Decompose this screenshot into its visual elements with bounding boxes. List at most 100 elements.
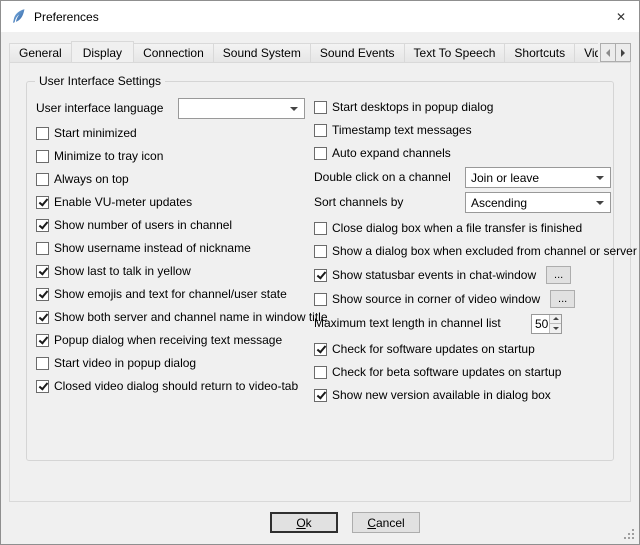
row: Check for software updates on startup bbox=[314, 338, 612, 361]
checkbox-label[interactable]: Minimize to tray icon bbox=[54, 150, 163, 163]
checkbox-update-check[interactable] bbox=[314, 343, 327, 356]
checkbox-vu-meter-updates[interactable] bbox=[36, 196, 49, 209]
checkbox-label[interactable]: Show statusbar events in chat-window bbox=[332, 269, 536, 282]
spin-down-icon bbox=[553, 327, 559, 330]
checkbox-label[interactable]: Timestamp text messages bbox=[332, 124, 472, 137]
checkbox-window-title-names[interactable] bbox=[36, 311, 49, 324]
checkbox-label[interactable]: Show number of users in channel bbox=[54, 219, 232, 232]
tab-sound-events[interactable]: Sound Events bbox=[310, 43, 405, 62]
checkbox-video-popup[interactable] bbox=[36, 357, 49, 370]
checkbox-label[interactable]: Check for software updates on startup bbox=[332, 343, 535, 356]
checkbox-desktops-popup[interactable] bbox=[314, 101, 327, 114]
tab-text-to-speech[interactable]: Text To Speech bbox=[404, 43, 506, 62]
checkbox-new-version-dialog[interactable] bbox=[314, 389, 327, 402]
checkbox-label[interactable]: Auto expand channels bbox=[332, 147, 451, 160]
checkbox-label[interactable]: Show username instead of nickname bbox=[54, 242, 251, 255]
arrow-left-icon bbox=[606, 49, 610, 57]
left-column: User interface language Start minimized … bbox=[36, 96, 312, 398]
tab-video[interactable]: Video bbox=[574, 43, 598, 62]
checkbox-beta-update-check[interactable] bbox=[314, 366, 327, 379]
resize-grip[interactable] bbox=[624, 529, 636, 541]
checkbox-statusbar-events[interactable] bbox=[314, 269, 327, 282]
row: Show emojis and text for channel/user st… bbox=[36, 283, 312, 306]
checkbox-show-user-count[interactable] bbox=[36, 219, 49, 232]
checkbox-timestamp-messages[interactable] bbox=[314, 124, 327, 137]
ok-button[interactable]: Ok bbox=[270, 512, 338, 533]
user-interface-settings-group: User Interface Settings User interface l… bbox=[26, 81, 614, 461]
row: Start minimized bbox=[36, 122, 312, 145]
sort-channels-select[interactable]: Ascending bbox=[465, 192, 611, 213]
checkbox-minimize-to-tray[interactable] bbox=[36, 150, 49, 163]
checkbox-label[interactable]: Close dialog box when a file transfer is… bbox=[332, 222, 582, 235]
sort-channels-row: Sort channels by Ascending bbox=[314, 190, 612, 215]
checkbox-video-source-corner[interactable] bbox=[314, 293, 327, 306]
checkbox-always-on-top[interactable] bbox=[36, 173, 49, 186]
video-source-row: Show source in corner of video window ..… bbox=[314, 287, 612, 311]
tab-label: Sound System bbox=[223, 46, 301, 60]
preferences-dialog: Preferences ✕ General Display Connection… bbox=[0, 0, 640, 545]
checkbox-show-emojis[interactable] bbox=[36, 288, 49, 301]
row: Timestamp text messages bbox=[314, 119, 612, 142]
checkbox-label[interactable]: Closed video dialog should return to vid… bbox=[54, 380, 298, 393]
row: Check for beta software updates on start… bbox=[314, 361, 612, 384]
checkbox-label[interactable]: Check for beta software updates on start… bbox=[332, 366, 561, 379]
checkbox-label[interactable]: Start minimized bbox=[54, 127, 137, 140]
checkbox-label[interactable]: Always on top bbox=[54, 173, 129, 186]
close-icon: ✕ bbox=[616, 10, 626, 24]
row: Minimize to tray icon bbox=[36, 145, 312, 168]
close-button[interactable]: ✕ bbox=[603, 1, 639, 32]
tab-pane: User Interface Settings User interface l… bbox=[9, 62, 631, 502]
tab-label: Connection bbox=[143, 46, 204, 60]
checkbox-auto-expand-channels[interactable] bbox=[314, 147, 327, 160]
double-click-label: Double click on a channel bbox=[314, 171, 451, 184]
tab-scroll-left-button[interactable] bbox=[600, 43, 616, 62]
tab-label: Video bbox=[584, 46, 598, 60]
checkbox-label[interactable]: Start video in popup dialog bbox=[54, 357, 196, 370]
row: Show last to talk in yellow bbox=[36, 260, 312, 283]
spin-down-button[interactable] bbox=[550, 324, 561, 333]
checkbox-last-talk-yellow[interactable] bbox=[36, 265, 49, 278]
chevron-down-icon bbox=[596, 201, 604, 205]
checkbox-popup-text-message[interactable] bbox=[36, 334, 49, 347]
spin-value[interactable]: 50 bbox=[532, 315, 549, 333]
row: Closed video dialog should return to vid… bbox=[36, 375, 312, 398]
tab-sound-system[interactable]: Sound System bbox=[213, 43, 311, 62]
tab-scroll-right-button[interactable] bbox=[615, 43, 631, 62]
checkbox-label[interactable]: Popup dialog when receiving text message bbox=[54, 334, 282, 347]
checkbox-video-return-tab[interactable] bbox=[36, 380, 49, 393]
checkbox-label[interactable]: Show last to talk in yellow bbox=[54, 265, 191, 278]
checkbox-label[interactable]: Show both server and channel name in win… bbox=[54, 311, 328, 324]
tab-scroller bbox=[600, 43, 631, 62]
checkbox-label[interactable]: Show a dialog box when excluded from cha… bbox=[332, 245, 637, 258]
tab-label: Shortcuts bbox=[514, 46, 565, 60]
tab-general[interactable]: General bbox=[9, 43, 72, 62]
tab-label: Text To Speech bbox=[414, 46, 496, 60]
checkbox-close-on-transfer[interactable] bbox=[314, 222, 327, 235]
chevron-down-icon bbox=[290, 107, 298, 111]
max-text-length-spinner[interactable]: 50 bbox=[531, 314, 562, 334]
video-source-more-button[interactable]: ... bbox=[550, 290, 575, 308]
tab-connection[interactable]: Connection bbox=[133, 43, 214, 62]
language-select[interactable] bbox=[178, 98, 305, 119]
checkbox-excluded-dialog[interactable] bbox=[314, 245, 327, 258]
row: Auto expand channels bbox=[314, 142, 612, 165]
double-click-select[interactable]: Join or leave bbox=[465, 167, 611, 188]
app-logo-icon bbox=[10, 8, 27, 25]
row: Enable VU-meter updates bbox=[36, 191, 312, 214]
tab-display[interactable]: Display bbox=[71, 41, 134, 62]
checkbox-label[interactable]: Show source in corner of video window bbox=[332, 293, 540, 306]
checkbox-label[interactable]: Start desktops in popup dialog bbox=[332, 101, 493, 114]
checkbox-label[interactable]: Show new version available in dialog box bbox=[332, 389, 551, 402]
row: Popup dialog when receiving text message bbox=[36, 329, 312, 352]
spin-up-button[interactable] bbox=[550, 315, 561, 325]
cancel-button[interactable]: Cancel bbox=[352, 512, 420, 533]
checkbox-show-username[interactable] bbox=[36, 242, 49, 255]
checkbox-label[interactable]: Enable VU-meter updates bbox=[54, 196, 192, 209]
statusbar-events-more-button[interactable]: ... bbox=[546, 266, 571, 284]
combo-value: Join or leave bbox=[471, 171, 605, 185]
combo-value: Ascending bbox=[471, 196, 605, 210]
checkbox-label[interactable]: Show emojis and text for channel/user st… bbox=[54, 288, 287, 301]
tab-shortcuts[interactable]: Shortcuts bbox=[504, 43, 575, 62]
checkbox-start-minimized[interactable] bbox=[36, 127, 49, 140]
tab-bar: General Display Connection Sound System … bbox=[9, 41, 631, 62]
